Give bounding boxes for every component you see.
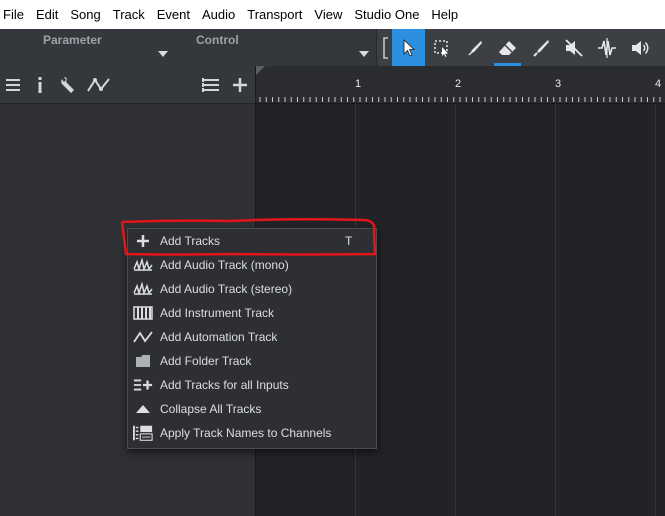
apply-names-icon	[133, 423, 153, 443]
automation-icon	[133, 327, 153, 347]
inspector-header: Parameter Control	[0, 29, 377, 66]
menu-transport[interactable]: Transport	[241, 0, 308, 29]
menu-item-label: Collapse All Tracks	[160, 402, 262, 416]
mute-tool-icon[interactable]	[557, 29, 590, 66]
waveform-icon	[133, 279, 153, 299]
menu-item-apply-names[interactable]: Apply Track Names to Channels	[128, 421, 376, 445]
menu-view[interactable]: View	[308, 0, 348, 29]
menu-item-label: Add Instrument Track	[160, 306, 275, 320]
menu-item-add-folder[interactable]: Add Folder Track	[128, 349, 376, 373]
timeline-ruler[interactable]: 1 2 3 4	[256, 66, 665, 104]
menu-item-collapse-all[interactable]: Collapse All Tracks	[128, 397, 376, 421]
eraser-tool-icon[interactable]	[491, 29, 524, 66]
menu-item-label: Add Audio Track (mono)	[160, 258, 289, 272]
listen-tool-icon[interactable]	[623, 29, 656, 66]
menu-item-label: Add Tracks for all Inputs	[160, 378, 289, 392]
menu-item-label: Add Folder Track	[160, 354, 252, 368]
folder-icon	[133, 351, 153, 371]
menu-item-label: Add Tracks	[160, 234, 221, 248]
arrow-tool-icon[interactable]	[392, 29, 425, 66]
automation-view-icon[interactable]	[87, 75, 111, 95]
collapse-icon	[133, 399, 153, 419]
menu-item-add-automation[interactable]: Add Automation Track	[128, 325, 376, 349]
keyboard-icon	[133, 303, 153, 323]
ruler-ticks	[259, 97, 661, 102]
list-plus-icon	[133, 375, 153, 395]
split-tool-icon[interactable]	[458, 29, 491, 66]
bend-tool-icon[interactable]	[590, 29, 623, 66]
menu-bar: File Edit Song Track Event Audio Transpo…	[0, 0, 665, 29]
bar-gridline	[555, 104, 556, 516]
menu-studio-one[interactable]: Studio One	[348, 0, 425, 29]
menu-file[interactable]: File	[0, 0, 30, 29]
menu-item-label: Add Audio Track (stereo)	[160, 282, 293, 296]
menu-item-shortcut: T	[345, 234, 353, 248]
menu-edit[interactable]: Edit	[30, 0, 64, 29]
waveform-icon	[133, 255, 153, 275]
info-icon[interactable]	[30, 75, 50, 95]
paint-tool-icon[interactable]	[524, 29, 557, 66]
menu-item-add-tracks[interactable]: Add Tracks T	[128, 229, 376, 253]
toolbar: Parameter Control	[0, 29, 665, 66]
menu-event[interactable]: Event	[151, 0, 196, 29]
control-label: Control	[196, 33, 239, 47]
menu-help[interactable]: Help	[425, 0, 464, 29]
wrench-icon[interactable]	[58, 75, 78, 95]
menu-audio[interactable]: Audio	[196, 0, 241, 29]
menu-item-add-instrument[interactable]: Add Instrument Track	[128, 301, 376, 325]
track-context-menu: Add Tracks T Add Audio Track (mono) Add …	[127, 228, 377, 449]
bar-gridline	[655, 104, 656, 516]
add-track-plus-icon[interactable]	[230, 75, 250, 95]
track-list-toolbar	[0, 66, 255, 104]
menu-song[interactable]: Song	[64, 0, 106, 29]
menu-item-add-audio-stereo[interactable]: Add Audio Track (stereo)	[128, 277, 376, 301]
range-tool-icon[interactable]	[425, 29, 458, 66]
parameter-label: Parameter	[43, 33, 102, 47]
list-options-icon[interactable]	[201, 75, 221, 95]
menu-item-label: Add Automation Track	[160, 330, 278, 344]
menu-track[interactable]: Track	[107, 0, 151, 29]
menu-item-add-all-inputs[interactable]: Add Tracks for all Inputs	[128, 373, 376, 397]
control-dropdown-icon[interactable]	[359, 51, 369, 57]
menu-item-label: Apply Track Names to Channels	[160, 426, 332, 440]
toolbar-bracket-icon	[380, 29, 392, 66]
track-list-menu-icon[interactable]	[3, 75, 23, 95]
plus-icon	[133, 231, 153, 251]
menu-item-add-audio-mono[interactable]: Add Audio Track (mono)	[128, 253, 376, 277]
tool-group	[380, 29, 656, 66]
parameter-dropdown-icon[interactable]	[158, 51, 168, 57]
bar-gridline	[455, 104, 456, 516]
